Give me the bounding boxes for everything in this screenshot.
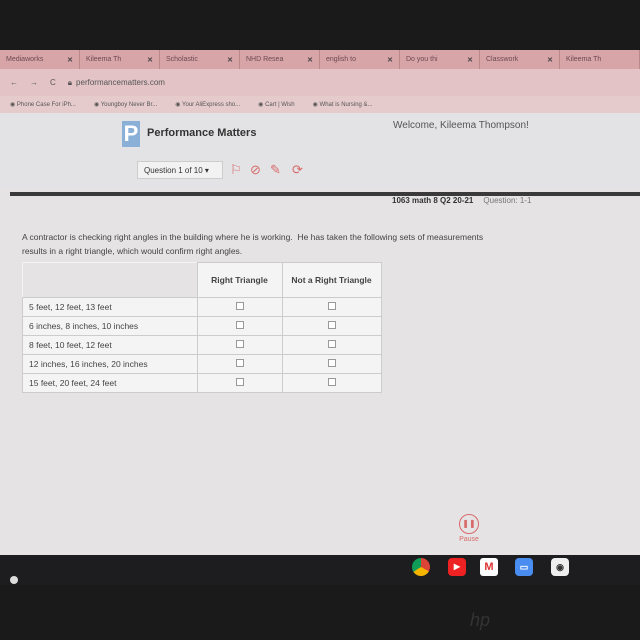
welcome-text: Welcome, Kileema Thompson! bbox=[393, 120, 529, 131]
tab-label: Classwork bbox=[486, 56, 519, 63]
gmail-icon[interactable]: M bbox=[480, 558, 498, 576]
close-icon[interactable]: ✕ bbox=[227, 56, 233, 64]
bookmarks-bar: ◉ Phone Case For iPh... ◉ Youngboy Never… bbox=[0, 96, 640, 113]
bookmark-label: Phone Case For iPh... bbox=[16, 102, 76, 108]
youtube-icon[interactable]: ▶ bbox=[448, 558, 466, 576]
bookmark[interactable]: ◉ Your AliExpress sho... bbox=[175, 101, 240, 108]
logo: P bbox=[122, 121, 140, 147]
url-field[interactable]: performancematters.com bbox=[76, 78, 165, 87]
eliminate-icon[interactable]: ⊘ bbox=[250, 162, 261, 178]
close-icon[interactable]: ✕ bbox=[387, 56, 393, 64]
reload-icon[interactable]: C bbox=[50, 78, 56, 87]
tab-label: NHD Resea bbox=[246, 56, 284, 63]
test-name: 1063 math 8 Q2 20-21 bbox=[392, 196, 474, 205]
close-icon[interactable]: ✕ bbox=[307, 56, 313, 64]
pause-label: Pause bbox=[459, 536, 479, 543]
app-title: Performance Matters bbox=[147, 127, 257, 139]
browser-tab[interactable]: Kileema Th ✕ bbox=[80, 50, 160, 69]
table-row: 5 feet, 12 feet, 13 feet bbox=[22, 297, 382, 317]
bookmark-label: Youngboy Never Br... bbox=[100, 102, 158, 108]
row-label: 5 feet, 12 feet, 13 feet bbox=[22, 297, 198, 317]
checkbox[interactable] bbox=[327, 340, 336, 348]
checkbox[interactable] bbox=[327, 302, 336, 310]
bookmark[interactable]: ◉ Cart | Wish bbox=[258, 101, 294, 108]
tab-label: Do you thi bbox=[406, 56, 438, 63]
bookmark-label: What is Nursing &... bbox=[319, 102, 373, 108]
checkbox[interactable] bbox=[327, 359, 336, 367]
column-header: Not a Right Triangle bbox=[281, 262, 382, 298]
highlighter-icon[interactable]: ✎ bbox=[270, 162, 281, 178]
camera-icon[interactable]: ◉ bbox=[551, 558, 569, 576]
tab-label: Kileema Th bbox=[86, 56, 122, 63]
table-row: 15 feet, 20 feet, 24 feet bbox=[22, 373, 382, 393]
question-text: A contractor is checking right angles in… bbox=[22, 232, 484, 256]
os-shelf bbox=[0, 555, 640, 585]
forward-icon[interactable]: → bbox=[30, 78, 38, 87]
pause-icon: ❚❚ bbox=[459, 514, 479, 534]
bookmark[interactable]: ◉ Youngboy Never Br... bbox=[94, 101, 157, 108]
question-select[interactable]: Question 1 of 10 ▾ bbox=[137, 161, 223, 179]
browser-tab[interactable]: Do you thi ✕ bbox=[400, 50, 480, 69]
refresh-icon[interactable]: ⟳ bbox=[292, 162, 303, 178]
browser-tab[interactable]: Mediaworks ✕ bbox=[0, 50, 80, 69]
row-label: 6 inches, 8 inches, 10 inches bbox=[22, 316, 198, 336]
divider bbox=[10, 192, 640, 196]
bookmark[interactable]: ◉ What is Nursing &... bbox=[313, 101, 373, 108]
close-icon[interactable]: ✕ bbox=[147, 56, 153, 64]
browser-tab[interactable]: Scholastic ✕ bbox=[160, 50, 240, 69]
column-header: Right Triangle bbox=[196, 262, 283, 298]
table-row: 6 inches, 8 inches, 10 inches bbox=[22, 316, 382, 336]
browser-tab[interactable]: Kileema Th bbox=[560, 50, 640, 69]
close-icon[interactable]: ✕ bbox=[547, 56, 553, 64]
browser-tab[interactable]: Classwork ✕ bbox=[480, 50, 560, 69]
lock-icon: 🔒︎ bbox=[67, 77, 73, 87]
app-header bbox=[0, 113, 640, 188]
checkbox[interactable] bbox=[235, 321, 244, 329]
browser-tab[interactable]: NHD Resea ✕ bbox=[240, 50, 320, 69]
checkbox[interactable] bbox=[235, 340, 244, 348]
checkbox[interactable] bbox=[327, 378, 336, 386]
pause-button[interactable]: ❚❚ Pause bbox=[455, 514, 483, 543]
bookmark[interactable]: ◉ Phone Case For iPh... bbox=[10, 101, 76, 108]
files-icon[interactable]: ▭ bbox=[515, 558, 533, 576]
tab-bar: Mediaworks ✕ Kileema Th ✕ Scholastic ✕ NHD … bbox=[0, 50, 640, 69]
tab-label: Scholastic bbox=[166, 56, 198, 63]
flag-icon[interactable]: ⚐ bbox=[230, 162, 242, 178]
tab-label: english to bbox=[326, 56, 356, 63]
tab-label: Mediaworks bbox=[6, 56, 44, 63]
launcher-icon[interactable] bbox=[10, 576, 18, 584]
row-label: 15 feet, 20 feet, 24 feet bbox=[22, 373, 198, 393]
close-icon[interactable]: ✕ bbox=[67, 56, 73, 64]
address-bar: ← → C 🔒︎ performancematters.com bbox=[0, 69, 640, 96]
table-row: 12 inches, 16 inches, 20 inches bbox=[22, 354, 382, 374]
chrome-icon[interactable] bbox=[412, 558, 430, 576]
checkbox[interactable] bbox=[327, 321, 336, 329]
bookmark-label: Cart | Wish bbox=[265, 102, 295, 108]
checkbox[interactable] bbox=[235, 359, 244, 367]
table-row: 8 feet, 10 feet, 12 feet bbox=[22, 335, 382, 355]
hp-logo: hp bbox=[470, 610, 491, 630]
checkbox[interactable] bbox=[235, 302, 244, 310]
bookmark-label: Your AliExpress sho... bbox=[182, 102, 241, 108]
close-icon[interactable]: ✕ bbox=[467, 56, 473, 64]
test-info: 1063 math 8 Q2 20-21 Question: 1-1 bbox=[392, 196, 531, 205]
back-icon[interactable]: ← bbox=[10, 78, 18, 87]
question-label: Question: 1-1 bbox=[483, 196, 532, 205]
checkbox[interactable] bbox=[235, 378, 244, 386]
row-label: 8 feet, 10 feet, 12 feet bbox=[22, 335, 198, 355]
browser-tab[interactable]: english to ✕ bbox=[320, 50, 400, 69]
row-label: 12 inches, 16 inches, 20 inches bbox=[22, 354, 198, 374]
tab-label: Kileema Th bbox=[566, 56, 602, 63]
answer-grid: Right Triangle Not a Right Triangle 5 fee… bbox=[22, 262, 382, 393]
corner-cell bbox=[22, 262, 198, 298]
